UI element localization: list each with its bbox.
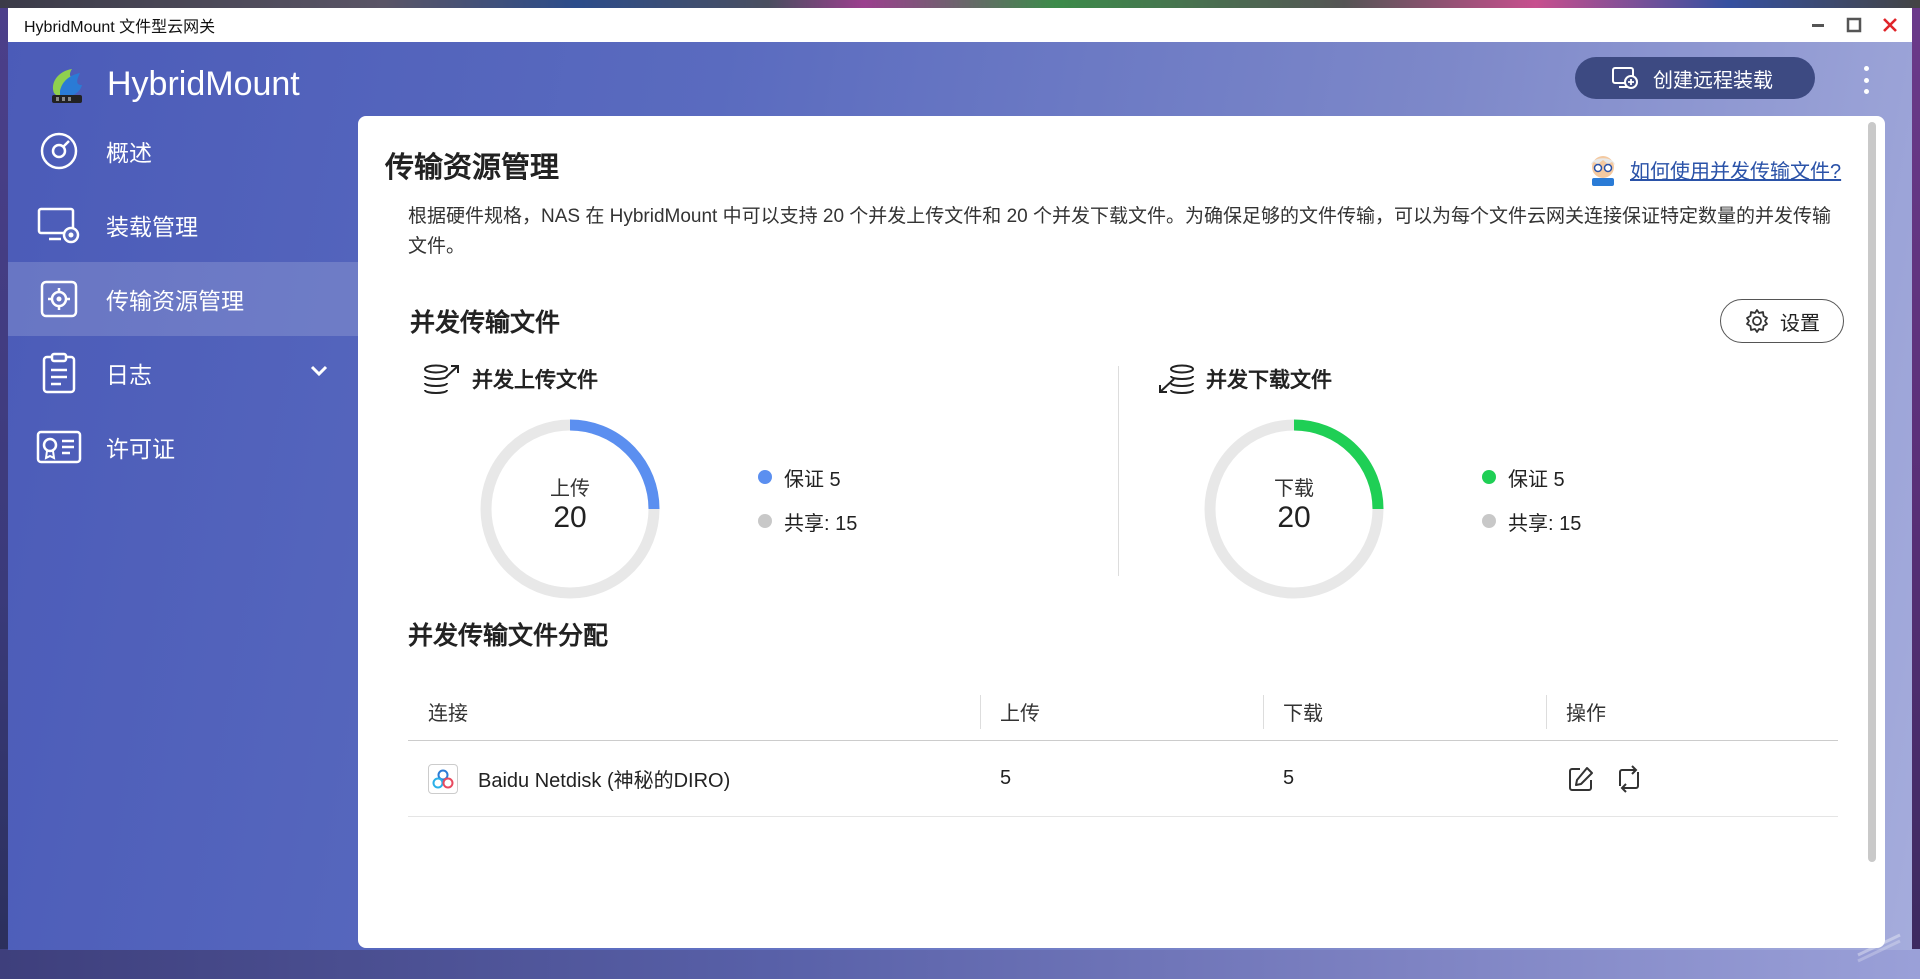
download-guaranteed-label: 保证 5	[1508, 468, 1565, 491]
kebab-dot	[1863, 89, 1869, 94]
window-title: HybridMount 文件型云网关	[24, 19, 216, 36]
transfer-gear-icon	[36, 276, 82, 322]
sidebar-item-label: 日志	[106, 362, 152, 388]
settings-button-label: 设置	[1780, 312, 1820, 335]
shared-dot	[1482, 514, 1496, 528]
chevron-down-icon[interactable]	[308, 360, 330, 382]
column-header-actions: 操作	[1546, 683, 1838, 740]
sidebar-item-label: 装载管理	[106, 214, 198, 240]
sidebar-item-logs[interactable]: 日志	[8, 336, 358, 410]
download-subtitle-label: 并发下载文件	[1206, 369, 1332, 392]
close-button[interactable]	[1874, 10, 1906, 40]
watermark-icon	[1857, 933, 1901, 963]
clipboard-icon	[36, 350, 82, 396]
download-cell: 5	[1283, 767, 1295, 789]
maximize-icon	[1846, 17, 1862, 33]
shared-dot	[758, 514, 772, 528]
upload-legend-guaranteed: 保证 5	[758, 455, 857, 499]
download-legend-guaranteed: 保证 5	[1482, 455, 1581, 499]
concurrent-transfer-title: 并发传输文件	[410, 309, 561, 337]
page-title: 传输资源管理	[385, 152, 560, 184]
table-row[interactable]: Baidu Netdisk (神秘的DIRO) 5 5	[408, 741, 1838, 817]
create-remote-mount-label: 创建远程装载	[1653, 69, 1773, 92]
desktop-bottom-strip	[0, 949, 1920, 979]
close-icon	[1883, 18, 1897, 32]
upload-subtitle-label: 并发上传文件	[472, 369, 598, 392]
desktop-left-strip	[0, 8, 8, 979]
column-header-download[interactable]: 下载	[1263, 683, 1546, 740]
desktop-top-strip	[0, 0, 1920, 8]
license-icon	[36, 424, 82, 470]
page-description: 根据硬件规格，NAS 在 HybridMount 中可以支持 20 个并发上传文…	[408, 206, 1831, 257]
desktop-right-strip	[1912, 8, 1920, 958]
edit-icon[interactable]	[1566, 764, 1596, 794]
help-link-label: 如何使用并发传输文件?	[1630, 160, 1842, 183]
kebab-dot	[1863, 77, 1869, 83]
help-link[interactable]: 如何使用并发传输文件?	[1586, 152, 1841, 186]
upload-guaranteed-label: 保证 5	[784, 468, 841, 491]
window-controls	[1802, 10, 1906, 40]
upload-shared-label: 共享: 15	[784, 512, 858, 535]
section-divider	[1118, 366, 1119, 576]
upload-donut-label: 上传 20	[480, 472, 660, 535]
sidebar-item-label: 许可证	[106, 436, 175, 462]
hybridmount-logo-icon	[46, 63, 90, 107]
download-legend-shared: 共享: 15	[1482, 499, 1581, 543]
sync-icon[interactable]	[1614, 764, 1644, 794]
vertical-scrollbar[interactable]	[1868, 122, 1876, 862]
upload-stack-icon	[424, 364, 459, 394]
download-subtitle: 并发下载文件	[1156, 361, 1332, 397]
baidu-netdisk-icon	[428, 763, 458, 794]
app-name: HybridMount	[107, 65, 300, 103]
download-donut-label: 下载 20	[1204, 472, 1384, 535]
upload-legend-shared: 共享: 15	[758, 499, 857, 543]
sidebar: 概述 装载管理 传输资源管理 日志 许可证	[8, 114, 358, 484]
upload-legend: 保证 5 共享: 15	[758, 455, 857, 543]
sidebar-item-transfer-resource[interactable]: 传输资源管理	[8, 262, 358, 336]
overview-icon	[36, 128, 82, 174]
more-options-button[interactable]	[1856, 60, 1876, 100]
actions-cell	[1546, 741, 1838, 816]
remote-mount-icon	[1612, 67, 1638, 89]
connection-name: Baidu Netdisk (神秘的DIRO)	[478, 770, 731, 792]
table-header: 连接 上传 下载 操作	[408, 683, 1838, 741]
helper-character-icon	[1591, 156, 1615, 186]
sidebar-item-overview[interactable]: 概述	[8, 114, 358, 188]
guaranteed-dot	[1482, 470, 1496, 484]
upload-center-label: 上传	[550, 478, 590, 500]
minimize-button[interactable]	[1802, 10, 1834, 40]
app-window: HybridMount 文件型云网关 HybridMount 创建远程装载 概述…	[8, 8, 1912, 950]
kebab-dot	[1863, 66, 1869, 71]
maximize-button[interactable]	[1838, 10, 1870, 40]
gear-icon	[1746, 309, 1768, 333]
download-center-label: 下载	[1274, 478, 1314, 500]
sidebar-item-label: 传输资源管理	[106, 288, 244, 314]
window-titlebar[interactable]: HybridMount 文件型云网关	[8, 8, 1912, 42]
sidebar-item-mount-management[interactable]: 装载管理	[8, 188, 358, 262]
upload-cell: 5	[1000, 767, 1012, 789]
create-remote-mount-button[interactable]: 创建远程装载	[1575, 57, 1815, 99]
guaranteed-dot	[758, 470, 772, 484]
allocation-title: 并发传输文件分配	[408, 622, 609, 650]
content-panel: 传输资源管理 如何使用并发传输文件? 根据硬件规格，NAS 在 HybridMo…	[358, 116, 1885, 948]
sidebar-item-license[interactable]: 许可证	[8, 410, 358, 484]
column-header-connection[interactable]: 连接	[408, 683, 980, 740]
download-legend: 保证 5 共享: 15	[1482, 455, 1581, 543]
monitor-gear-icon	[36, 202, 82, 248]
download-shared-label: 共享: 15	[1508, 512, 1582, 535]
connection-cell: Baidu Netdisk (神秘的DIRO)	[408, 741, 980, 816]
column-header-upload[interactable]: 上传	[980, 683, 1263, 740]
minimize-icon	[1812, 24, 1824, 27]
allocation-table: 连接 上传 下载 操作 Baidu Netdisk (神秘的DIRO) 5 5	[408, 683, 1838, 817]
settings-button[interactable]: 设置	[1720, 299, 1844, 343]
sidebar-item-label: 概述	[106, 140, 152, 166]
upload-subtitle: 并发上传文件	[422, 361, 598, 397]
download-stack-icon	[1159, 364, 1194, 394]
upload-total: 20	[553, 501, 587, 534]
download-total: 20	[1277, 501, 1311, 534]
